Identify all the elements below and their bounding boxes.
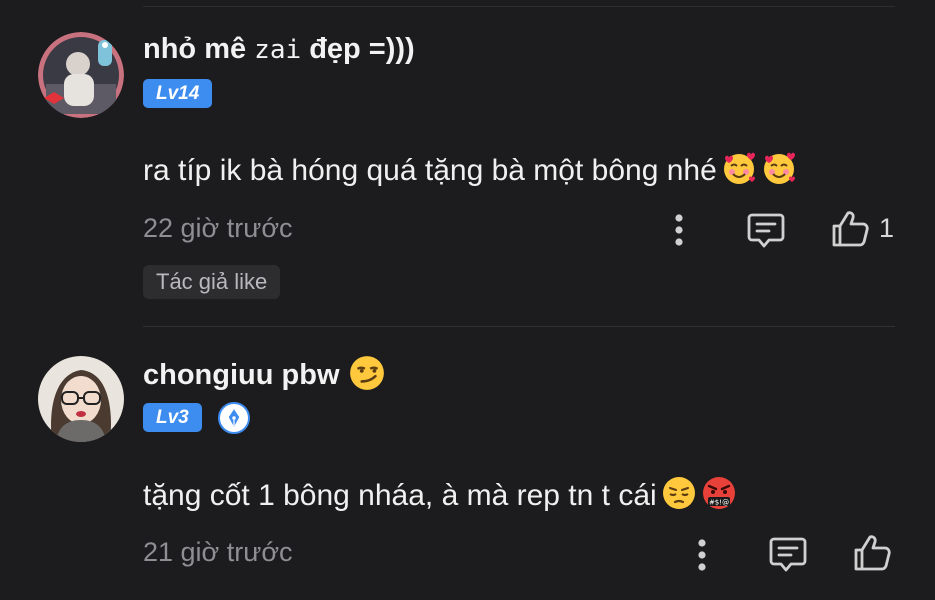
more-options-icon[interactable]	[690, 535, 714, 575]
level-badge: Lv3	[143, 403, 202, 432]
smiling-face-with-hearts-icon	[761, 150, 797, 186]
svg-text:#$!@: #$!@	[709, 499, 729, 507]
like-icon[interactable]	[829, 208, 871, 250]
level-badge: Lv14	[143, 79, 213, 108]
face-with-symbols-on-mouth-icon: #$!@	[701, 475, 737, 511]
reply-icon[interactable]	[745, 209, 787, 251]
comment-item: chongiuu pbw Lv3 tặng cốt 1 bông nháa, à…	[0, 327, 935, 600]
comment-time: 22 giờ trước	[143, 213, 293, 243]
avatar[interactable]	[38, 356, 124, 442]
author-like-chip: Tác giả like	[143, 265, 281, 299]
pen-nib-badge-icon	[218, 402, 250, 434]
more-options-icon[interactable]	[667, 210, 691, 250]
comment-time: 21 giờ trước	[143, 537, 293, 567]
comment-item: nhỏ mê zai đẹp =))) Lv14 ra típ ik bà hó…	[0, 0, 935, 326]
avatar[interactable]	[38, 32, 124, 118]
like-count: 1	[879, 213, 895, 243]
comment-text: tặng cốt 1 bông nháa, à mà rep tn t cái #…	[143, 475, 737, 513]
comment-text: ra típ ik bà hóng quá tặng bà một bông n…	[143, 150, 797, 188]
reply-icon[interactable]	[767, 533, 809, 575]
smiling-face-with-hearts-icon	[721, 150, 757, 186]
username[interactable]: nhỏ mê zai đẹp =)))	[143, 33, 415, 66]
pensive-face-icon	[661, 475, 697, 511]
like-icon[interactable]	[851, 532, 893, 574]
username[interactable]: chongiuu pbw	[143, 354, 386, 392]
smirking-face-icon	[348, 354, 386, 392]
